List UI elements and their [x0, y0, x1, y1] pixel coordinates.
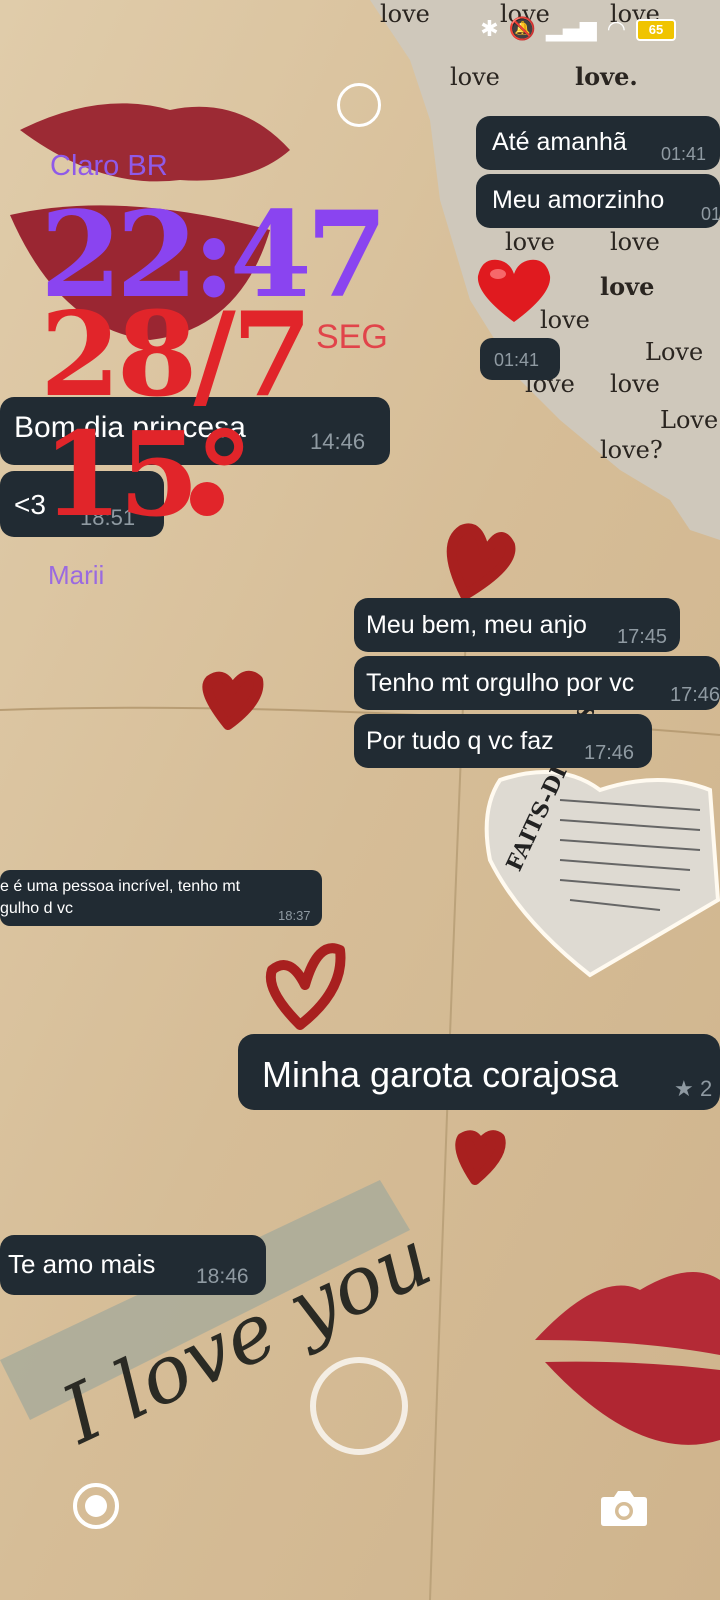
message-time: 18:37: [278, 908, 311, 923]
message-bubble[interactable]: Por tudo q vc faz 17:46: [354, 714, 652, 768]
mute-icon: 🔕: [508, 17, 537, 42]
temperature: 15°: [42, 407, 253, 543]
bluetooth-icon: ✱: [480, 17, 499, 42]
message-bubble[interactable]: Meu amorzinho 01:41: [476, 174, 720, 228]
newspaper-word: love: [450, 63, 500, 91]
message-time: 17:46: [670, 684, 720, 706]
battery-level: 65: [648, 22, 664, 37]
message-bubble[interactable]: Até amanhã 01:41: [476, 116, 720, 170]
message-text: Por tudo q vc faz: [366, 727, 554, 755]
owner-name: Marii: [48, 560, 105, 590]
newspaper-word: love: [610, 228, 660, 256]
message-text: Tenho mt orgulho por vc: [366, 669, 635, 697]
newspaper-word: Love: [660, 406, 718, 434]
message-time: 14:46: [310, 429, 366, 454]
message-time: 01:41: [494, 350, 540, 370]
message-time: 2: [700, 1076, 713, 1101]
newspaper-word: love: [610, 370, 660, 398]
shutter-button[interactable]: [310, 1357, 408, 1455]
message-time: 18:46: [196, 1265, 249, 1288]
message-bubble[interactable]: 01:41: [480, 338, 560, 380]
message-bubble[interactable]: Tenho mt orgulho por vc 17:46: [354, 656, 720, 710]
message-text: Meu amorzinho: [492, 186, 665, 214]
newspaper-word: love: [505, 228, 555, 256]
message-text: gulho d vc: [0, 900, 73, 917]
newspaper-word: love.: [575, 62, 638, 91]
message-text: Até amanhã: [492, 128, 627, 156]
wifi-icon: ◠: [606, 17, 626, 42]
record-icon[interactable]: [73, 1483, 119, 1529]
message-bubble[interactable]: Te amo mais 18:46: [0, 1235, 266, 1295]
message-bubble[interactable]: Meu bem, meu anjo 17:45: [354, 598, 680, 652]
carrier-label: Claro BR: [50, 150, 168, 182]
heart-emoji: [476, 258, 552, 324]
moon-icon: [190, 482, 224, 516]
message-time: 17:45: [617, 626, 668, 648]
message-text: Minha garota corajosa: [262, 1054, 619, 1095]
newspaper-word: love: [380, 0, 430, 28]
message-text: e é uma pessoa incrível, tenho mt: [0, 878, 241, 895]
message-time: 17:46: [584, 742, 635, 764]
signal-icon: ▂▄▆: [546, 17, 597, 42]
newspaper-word: love: [600, 272, 654, 301]
battery-icon: 65: [636, 19, 676, 41]
message-text: Meu bem, meu anjo: [366, 611, 587, 639]
newspaper-word: love?: [600, 436, 663, 464]
message-text: Te amo mais: [8, 1249, 156, 1279]
message-bubble[interactable]: e é uma pessoa incrível, tenho mt gulho …: [0, 870, 322, 926]
message-time: 01:41: [701, 204, 720, 224]
star-icon: ★: [674, 1076, 694, 1101]
message-time: 01:41: [661, 144, 707, 164]
camera-icon[interactable]: [600, 1489, 648, 1532]
weekday-label: SEG: [316, 318, 388, 356]
newspaper-word: Love: [645, 338, 703, 366]
clock-date: 28/7: [40, 287, 313, 423]
message-bubble[interactable]: Minha garota corajosa ★ 2: [238, 1034, 720, 1110]
check-icon[interactable]: [337, 83, 381, 127]
status-bar: ✱ 🔕 ▂▄▆ ◠ 65: [480, 18, 676, 42]
